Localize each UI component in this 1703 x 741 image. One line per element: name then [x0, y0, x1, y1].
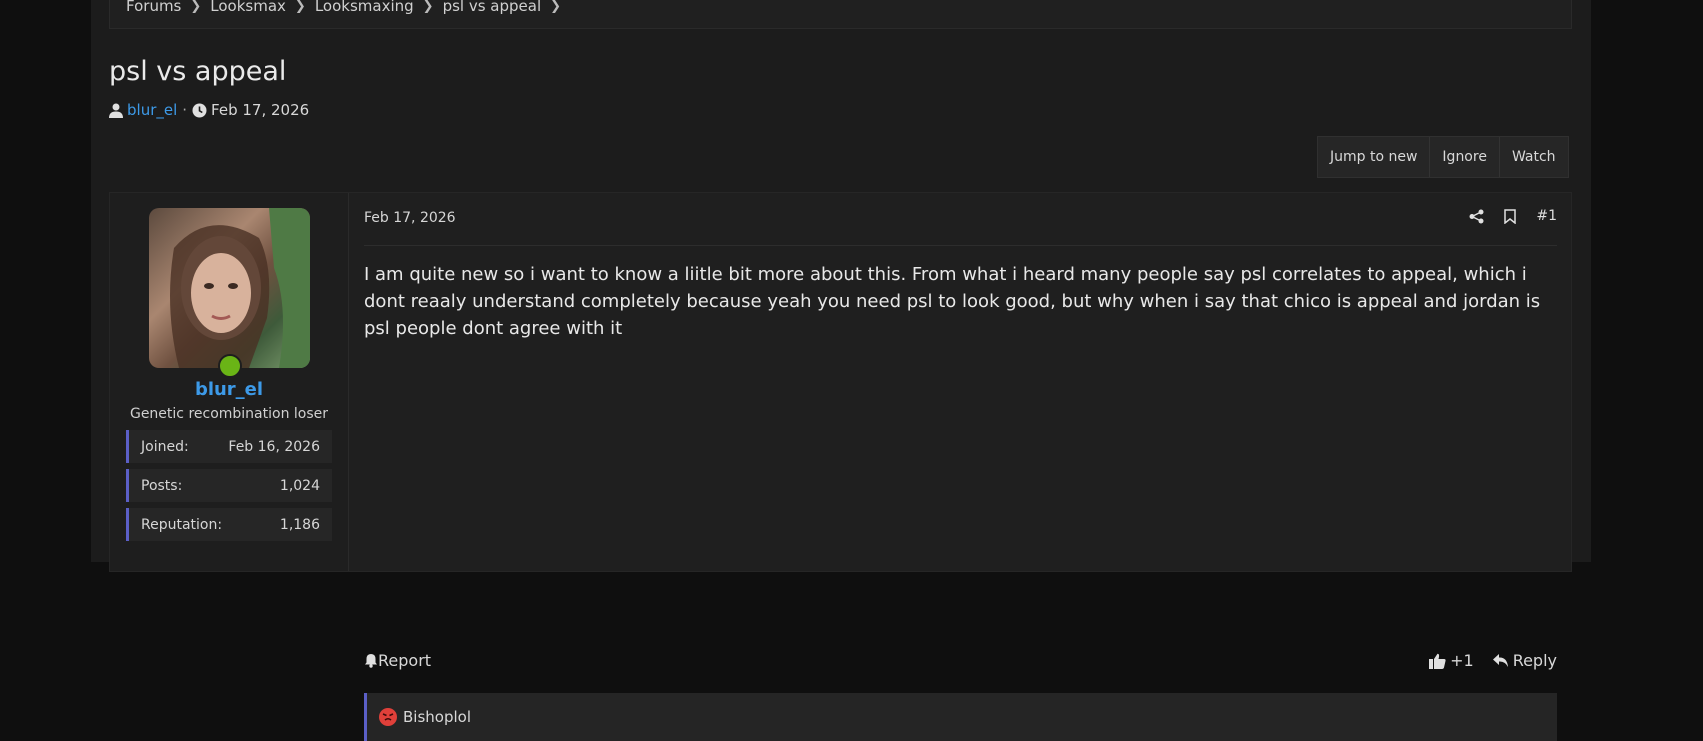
chevron-right-icon: ❯	[550, 0, 562, 14]
page-container: Forums ❯ Looksmax ❯ Looksmaxing ❯ psl vs ap…	[91, 0, 1591, 741]
avatar[interactable]	[149, 208, 310, 368]
breadcrumb-item-forums[interactable]: Forums ❯	[126, 0, 210, 15]
reply-icon	[1492, 653, 1509, 668]
like-button[interactable]: +1	[1429, 651, 1474, 670]
stat-value: 1,024	[279, 477, 320, 494]
post-date[interactable]: Feb 17, 2026	[364, 210, 456, 226]
breadcrumb-label[interactable]: Looksmaxing	[315, 0, 414, 15]
stat-posts: Posts: 1,024	[126, 469, 332, 502]
breadcrumb-item-looksmaxing[interactable]: Looksmaxing ❯	[315, 0, 443, 15]
reaction-list[interactable]: Bishoplol	[364, 693, 1557, 741]
report-button[interactable]: Report	[364, 651, 431, 670]
thread-meta: blur_el · Feb 17, 2026	[109, 101, 309, 119]
breadcrumb-item-thread[interactable]: psl vs appeal ❯	[443, 0, 570, 15]
page-title: psl vs appeal	[109, 56, 287, 87]
clock-icon	[192, 103, 207, 118]
online-status-dot	[218, 354, 242, 378]
post-reactions: +1 Reply	[1429, 651, 1557, 670]
stat-joined: Joined: Feb 16, 2026	[126, 430, 332, 463]
bell-icon	[364, 653, 378, 668]
post-main: Feb 17, 2026 #1 I am quite new so i want…	[348, 193, 1571, 741]
stat-reputation: Reputation: 1,186	[126, 508, 332, 541]
share-icon[interactable]	[1469, 209, 1484, 224]
thumbs-up-icon	[1429, 653, 1446, 669]
meta-separator: ·	[182, 101, 188, 119]
post-username[interactable]: blur_el	[110, 379, 348, 400]
angry-face-icon	[379, 708, 397, 726]
post-body: I am quite new so i want to know a liitl…	[364, 264, 1541, 339]
thread-author-link[interactable]: blur_el	[127, 101, 177, 119]
breadcrumb-item-looksmax[interactable]: Looksmax ❯	[210, 0, 315, 15]
breadcrumb-label[interactable]: Forums	[126, 0, 181, 15]
report-label[interactable]: Report	[378, 651, 431, 670]
ignore-button[interactable]: Ignore	[1430, 137, 1500, 177]
chevron-right-icon: ❯	[422, 0, 434, 14]
stat-label: Reputation:	[141, 516, 223, 533]
stat-label: Posts:	[141, 477, 183, 494]
user-title: Genetic recombination loser	[129, 406, 329, 422]
stat-value: 1,186	[279, 516, 320, 533]
user-icon	[109, 103, 123, 118]
stat-value: Feb 16, 2026	[228, 438, 320, 455]
jump-to-new-button[interactable]: Jump to new	[1318, 137, 1431, 177]
thread-date[interactable]: Feb 17, 2026	[211, 101, 309, 119]
reaction-user[interactable]: Bishoplol	[403, 708, 471, 726]
bookmark-icon[interactable]	[1504, 208, 1517, 224]
breadcrumb-label[interactable]: psl vs appeal	[443, 0, 542, 15]
breadcrumb-label[interactable]: Looksmax	[210, 0, 286, 15]
like-count: +1	[1450, 651, 1474, 670]
stat-label: Joined:	[141, 438, 189, 455]
thread-actions: Jump to new Ignore Watch	[1317, 136, 1569, 178]
post-number-link[interactable]: #1	[1536, 208, 1557, 224]
post-tools: #1	[1469, 208, 1557, 224]
reply-label[interactable]: Reply	[1513, 651, 1557, 670]
chevron-right-icon: ❯	[190, 0, 202, 14]
post-user-pane: blur_el Genetic recombination loser Join…	[110, 193, 349, 571]
post-divider	[364, 245, 1557, 246]
chevron-right-icon: ❯	[294, 0, 306, 14]
watch-button[interactable]: Watch	[1500, 137, 1568, 177]
breadcrumb: Forums ❯ Looksmax ❯ Looksmaxing ❯ psl vs ap…	[109, 0, 1572, 29]
post: blur_el Genetic recombination loser Join…	[109, 192, 1572, 741]
reply-button[interactable]: Reply	[1492, 651, 1557, 670]
